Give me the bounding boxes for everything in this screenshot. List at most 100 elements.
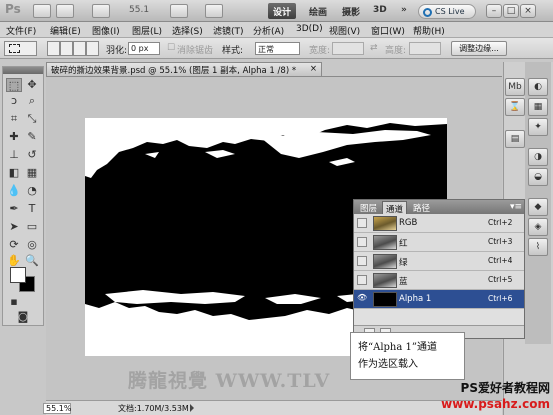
style-select[interactable]: 正常 bbox=[255, 42, 300, 55]
zoom-tool-icon[interactable]: 🔍 bbox=[24, 254, 40, 268]
new-selection-button[interactable] bbox=[47, 41, 60, 56]
width-input[interactable] bbox=[332, 42, 364, 55]
antialias-checkbox[interactable]: ☐ bbox=[167, 43, 175, 53]
styles-panel-icon[interactable]: ✦ bbox=[528, 118, 548, 136]
channel-shortcut: Ctrl+5 bbox=[488, 275, 513, 284]
menu-edit[interactable]: 编辑(E) bbox=[50, 24, 81, 37]
channels-panel-icon[interactable]: ◈ bbox=[528, 218, 548, 236]
workspace-photography[interactable]: 摄影 bbox=[337, 3, 365, 19]
masks-panel-icon[interactable]: ◒ bbox=[528, 168, 548, 186]
channel-row-rgb[interactable]: RGB Ctrl+2 bbox=[354, 214, 524, 233]
channel-row-red[interactable]: 红 Ctrl+3 bbox=[354, 233, 524, 252]
history-brush-tool-icon[interactable]: ↺ bbox=[24, 148, 40, 162]
mini-bridge-icon[interactable]: Mb bbox=[505, 78, 525, 96]
menu-window[interactable]: 窗口(W) bbox=[371, 24, 405, 37]
tools-panel-header[interactable] bbox=[3, 67, 43, 74]
menu-view[interactable]: 视图(V) bbox=[329, 24, 360, 37]
clone-stamp-tool-icon[interactable]: ⊥ bbox=[6, 148, 22, 162]
status-menu-arrow-icon[interactable] bbox=[190, 404, 194, 412]
site-watermark: PS爱好者教程网 www.psahz.com bbox=[440, 378, 553, 415]
navigator-icon[interactable]: ▤ bbox=[505, 130, 525, 148]
workspace-3d[interactable]: 3D bbox=[368, 3, 392, 19]
menu-file[interactable]: 文件(F) bbox=[6, 24, 36, 37]
maximize-button[interactable]: □ bbox=[503, 4, 519, 18]
menu-filter[interactable]: 滤镜(T) bbox=[213, 24, 244, 37]
menu-3d[interactable]: 3D(D) bbox=[296, 24, 323, 34]
3d-rotate-tool-icon[interactable]: ⟳ bbox=[6, 238, 22, 252]
channel-row-green[interactable]: 绿 Ctrl+4 bbox=[354, 252, 524, 271]
blur-tool-icon[interactable]: 💧 bbox=[6, 184, 22, 198]
visibility-toggle[interactable] bbox=[357, 275, 367, 285]
workspace-design[interactable]: 设计 bbox=[268, 3, 297, 19]
screen-mode-button[interactable] bbox=[205, 4, 223, 18]
visibility-toggle[interactable] bbox=[357, 256, 367, 266]
eraser-tool-icon[interactable]: ◧ bbox=[6, 166, 22, 180]
history-icon[interactable]: ⌛ bbox=[505, 98, 525, 116]
tab-layers[interactable]: 图层 bbox=[357, 201, 380, 214]
shape-tool-icon[interactable]: ▭ bbox=[24, 220, 40, 234]
type-tool-icon[interactable]: T bbox=[24, 202, 40, 216]
document-tab[interactable]: 破碎的撕边效果背景.psd @ 55.1% (图层 1 副本, Alpha 1 … bbox=[46, 62, 322, 76]
document-watermark: 腾龍視覺 WWW.TLV bbox=[128, 370, 331, 392]
dodge-tool-icon[interactable]: ◔ bbox=[24, 184, 40, 198]
menu-help[interactable]: 帮助(H) bbox=[413, 24, 445, 37]
channel-name: RGB bbox=[399, 218, 418, 228]
intersect-selection-button[interactable] bbox=[86, 41, 99, 56]
eyedropper-tool-icon[interactable]: ⤡ bbox=[24, 112, 40, 126]
hand-tool-icon[interactable]: ✋ bbox=[6, 254, 22, 268]
mini-bridge-button[interactable] bbox=[56, 4, 74, 18]
panel-menu-icon[interactable]: ▾≡ bbox=[510, 202, 522, 212]
swap-dimensions-icon[interactable]: ⇄ bbox=[370, 43, 378, 53]
visibility-toggle[interactable] bbox=[357, 237, 367, 247]
eye-icon[interactable]: 👁 bbox=[357, 294, 367, 304]
minimize-button[interactable]: – bbox=[486, 4, 502, 18]
3d-orbit-tool-icon[interactable]: ◎ bbox=[24, 238, 40, 252]
channel-row-alpha-1[interactable]: 👁 Alpha 1 Ctrl+6 bbox=[354, 290, 524, 309]
paths-panel-icon[interactable]: ⌇ bbox=[528, 238, 548, 256]
add-to-selection-button[interactable] bbox=[60, 41, 73, 56]
menu-select[interactable]: 选择(S) bbox=[172, 24, 203, 37]
move-tool-icon[interactable]: ✥ bbox=[24, 78, 40, 92]
tab-paths[interactable]: 路径 bbox=[410, 201, 433, 214]
gradient-tool-icon[interactable]: ▦ bbox=[24, 166, 40, 180]
tool-preset-picker[interactable] bbox=[4, 41, 37, 56]
tab-channels[interactable]: 通道 bbox=[382, 201, 408, 215]
channel-thumbnail bbox=[373, 273, 397, 288]
callout-line-2: 作为选区载入 bbox=[358, 359, 418, 370]
height-input[interactable] bbox=[409, 42, 441, 55]
subtract-selection-button[interactable] bbox=[73, 41, 86, 56]
feather-input[interactable]: 0 px bbox=[128, 42, 160, 55]
menu-analysis[interactable]: 分析(A) bbox=[253, 24, 284, 37]
workspace-painting[interactable]: 绘画 bbox=[304, 3, 332, 19]
visibility-toggle[interactable] bbox=[357, 218, 367, 228]
refine-edge-button[interactable]: 调整边缘... bbox=[451, 41, 507, 56]
status-zoom-field[interactable]: 55.1% bbox=[43, 403, 71, 414]
document-close-icon[interactable]: × bbox=[310, 64, 317, 74]
path-select-tool-icon[interactable]: ➤ bbox=[6, 220, 22, 234]
swatches-panel-icon[interactable]: ▦ bbox=[528, 98, 548, 116]
channel-row-blue[interactable]: 蓝 Ctrl+5 bbox=[354, 271, 524, 290]
arrange-documents-button[interactable] bbox=[170, 4, 188, 18]
color-panel-icon[interactable]: ◐ bbox=[528, 78, 548, 96]
channel-name: 红 bbox=[399, 239, 408, 249]
layers-panel-icon[interactable]: ◆ bbox=[528, 198, 548, 216]
brush-tool-icon[interactable]: ✎ bbox=[24, 130, 40, 144]
zoom-level[interactable]: 55.1 bbox=[129, 5, 149, 15]
crop-tool-icon[interactable]: ⌗ bbox=[6, 112, 22, 126]
rect-marquee-tool-icon[interactable]: ⬚ bbox=[6, 78, 22, 92]
bridge-launch-button[interactable] bbox=[33, 4, 51, 18]
healing-brush-tool-icon[interactable]: ✚ bbox=[6, 130, 22, 144]
adjustments-panel-icon[interactable]: ◑ bbox=[528, 148, 548, 166]
pen-tool-icon[interactable]: ✒ bbox=[6, 202, 22, 216]
view-extras-button[interactable] bbox=[92, 4, 110, 18]
close-window-button[interactable]: × bbox=[520, 4, 536, 18]
workspace-more-button[interactable]: » bbox=[396, 3, 412, 19]
lasso-tool-icon[interactable]: ↄ bbox=[6, 94, 22, 108]
foreground-color-swatch[interactable] bbox=[10, 267, 26, 283]
quick-mask-icon[interactable]: ◙ bbox=[15, 310, 31, 324]
menu-image[interactable]: 图像(I) bbox=[92, 24, 120, 37]
cs-live-button[interactable]: CS Live bbox=[418, 4, 476, 19]
quick-select-tool-icon[interactable]: ⌕ bbox=[24, 94, 40, 108]
default-colors-icon[interactable]: ▪ bbox=[6, 295, 22, 309]
menu-layer[interactable]: 图层(L) bbox=[132, 24, 162, 37]
